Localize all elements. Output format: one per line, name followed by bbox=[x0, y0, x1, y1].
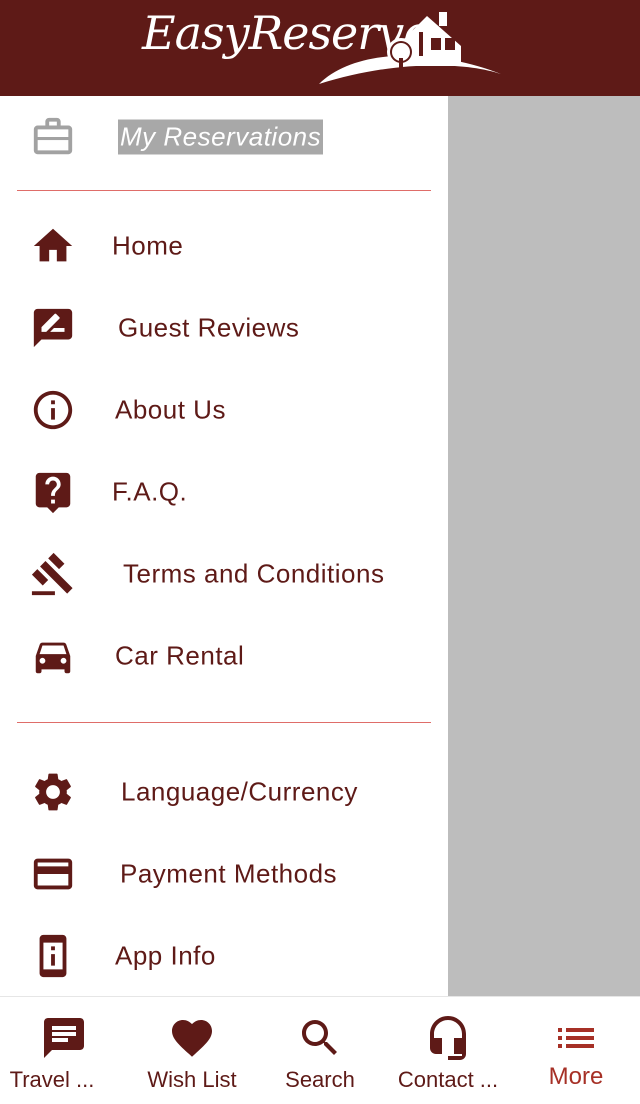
drawer-item-faq[interactable]: F.A.Q. bbox=[0, 451, 448, 533]
briefcase-icon bbox=[28, 112, 78, 162]
drawer-item-label: Car Rental bbox=[115, 640, 245, 671]
drawer-item-label: Payment Methods bbox=[120, 858, 338, 889]
drawer-item-app-info[interactable]: App Info bbox=[0, 915, 448, 996]
tab-label: Search bbox=[285, 1067, 355, 1092]
help-icon bbox=[28, 467, 78, 517]
tab-label: Contact ... bbox=[397, 1067, 499, 1092]
drawer-item-terms[interactable]: Terms and Conditions bbox=[0, 533, 448, 615]
credit-card-icon bbox=[28, 849, 78, 899]
drawer-item-my-reservations[interactable]: My Reservations bbox=[0, 96, 448, 178]
headset-icon bbox=[423, 1013, 473, 1063]
drawer-item-payment-methods[interactable]: Payment Methods bbox=[0, 833, 448, 915]
gavel-icon bbox=[28, 549, 78, 599]
tab-label: More bbox=[548, 1063, 604, 1090]
house-logo-icon bbox=[319, 12, 501, 84]
chat-icon bbox=[39, 1013, 89, 1063]
heart-icon bbox=[167, 1013, 217, 1063]
tab-more[interactable]: More bbox=[512, 997, 640, 1104]
drawer-item-label: Home bbox=[112, 230, 184, 261]
home-icon bbox=[28, 221, 78, 271]
navigation-drawer: My Reservations Home Guest Reviews About… bbox=[0, 96, 448, 996]
drawer-scrim[interactable] bbox=[448, 96, 640, 996]
tab-contact[interactable]: Contact ... bbox=[384, 997, 512, 1104]
drawer-divider bbox=[17, 190, 431, 191]
tab-label: Travel ... bbox=[9, 1067, 95, 1092]
drawer-item-guest-reviews[interactable]: Guest Reviews bbox=[0, 287, 448, 369]
bottom-tab-bar: Travel ... Wish List Search Contact ... … bbox=[0, 996, 640, 1104]
drawer-item-car-rental[interactable]: Car Rental bbox=[0, 615, 448, 697]
gear-icon bbox=[28, 767, 78, 817]
drawer-item-about-us[interactable]: About Us bbox=[0, 369, 448, 451]
drawer-item-label: About Us bbox=[115, 394, 226, 425]
drawer-item-label: Terms and Conditions bbox=[123, 558, 385, 589]
drawer-item-label: F.A.Q. bbox=[112, 476, 188, 507]
drawer-item-label: My Reservations bbox=[118, 119, 324, 155]
search-icon bbox=[295, 1013, 345, 1063]
device-info-icon bbox=[28, 931, 78, 981]
info-icon bbox=[28, 385, 78, 435]
car-icon bbox=[28, 631, 78, 681]
tab-search[interactable]: Search bbox=[256, 997, 384, 1104]
app-header: EasyReserve bbox=[0, 0, 640, 96]
drawer-item-language-currency[interactable]: Language/Currency bbox=[0, 751, 448, 833]
drawer-divider bbox=[17, 722, 431, 723]
drawer-item-label: App Info bbox=[115, 940, 216, 971]
tab-travel[interactable]: Travel ... bbox=[0, 997, 128, 1104]
drawer-item-home[interactable]: Home bbox=[0, 205, 448, 287]
rate-review-icon bbox=[28, 303, 78, 353]
drawer-item-label: Guest Reviews bbox=[118, 312, 300, 343]
tab-wish-list[interactable]: Wish List bbox=[128, 997, 256, 1104]
list-icon bbox=[551, 1013, 601, 1063]
tab-label: Wish List bbox=[147, 1067, 237, 1092]
drawer-item-label: Language/Currency bbox=[121, 776, 358, 807]
